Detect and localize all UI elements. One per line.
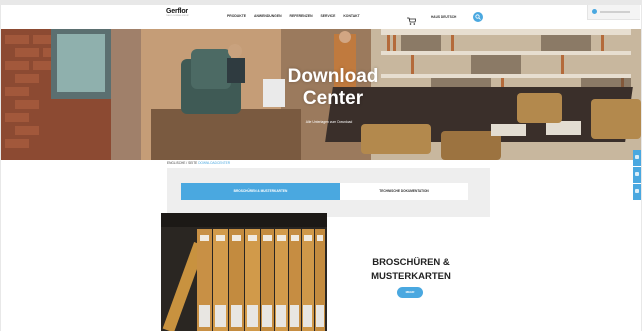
nav-item-kontakt[interactable]: KONTAKT bbox=[343, 14, 359, 18]
hero-title-line1: Download bbox=[287, 66, 379, 87]
breadcrumb-parent[interactable]: ENGLISCHE / SEITE bbox=[167, 161, 197, 165]
cookie-widget[interactable] bbox=[587, 5, 640, 20]
sample-icon bbox=[635, 189, 639, 193]
binders-image bbox=[161, 213, 327, 331]
binders-photo bbox=[161, 213, 327, 331]
main-nav: PRODUKTE ANWENDUNGEN REFERENZEN SERVICE … bbox=[227, 14, 360, 18]
widget-line bbox=[600, 11, 630, 13]
phone-icon bbox=[635, 172, 639, 176]
page: Gerflor THE FLOORING GROUP PRODUKTE ANWE… bbox=[1, 5, 641, 331]
breadcrumb: ENGLISCHE / SEITE DOWNLOADCENTER bbox=[167, 161, 230, 165]
nav-item-service[interactable]: SERVICE bbox=[321, 14, 336, 18]
cart-icon[interactable] bbox=[407, 12, 417, 25]
hero-title-line2: Center bbox=[302, 88, 364, 109]
search-icon bbox=[475, 14, 481, 20]
logo-text: Gerflor bbox=[166, 8, 188, 15]
nav-item-referenzen[interactable]: REFERENZEN bbox=[290, 14, 313, 18]
side-tab-phone[interactable] bbox=[633, 167, 641, 183]
tab-technical-docs[interactable]: Technische Dokumentation bbox=[340, 183, 468, 200]
side-tabs bbox=[633, 150, 641, 200]
nav-item-produkte[interactable]: PRODUKTE bbox=[227, 14, 246, 18]
section-title-line1: BROSCHÜREN & bbox=[372, 257, 450, 268]
language-selector[interactable]: HAUS DEUTSCH bbox=[431, 15, 456, 19]
hero-subtitle: Alle Unterlagen zum Download bbox=[305, 120, 353, 124]
hero-banner: Download Center Alle Unterlagen zum Down… bbox=[1, 29, 641, 160]
section-title-line2: MUSTERKARTEN bbox=[371, 271, 451, 282]
tab-brochures[interactable]: Broschüren & Musterkarten bbox=[181, 183, 340, 200]
section-title: BROSCHÜREN & MUSTERKARTEN bbox=[363, 256, 459, 284]
logo[interactable]: Gerflor THE FLOORING GROUP bbox=[166, 8, 200, 24]
mail-icon bbox=[635, 155, 639, 159]
search-button[interactable] bbox=[473, 12, 483, 22]
breadcrumb-current: DOWNLOADCENTER bbox=[198, 161, 231, 165]
hero-title: Download Center bbox=[273, 66, 393, 110]
logo-subtitle: THE FLOORING GROUP bbox=[166, 15, 189, 17]
more-button[interactable]: MEHR bbox=[397, 287, 423, 298]
side-tab-sample[interactable] bbox=[633, 184, 641, 200]
nav-item-anwendungen[interactable]: ANWENDUNGEN bbox=[254, 14, 282, 18]
widget-dot-icon bbox=[592, 9, 597, 14]
side-tab-mail[interactable] bbox=[633, 150, 641, 166]
header: Gerflor THE FLOORING GROUP PRODUKTE ANWE… bbox=[1, 5, 641, 30]
download-tabs: Broschüren & Musterkarten Technische Dok… bbox=[167, 168, 490, 217]
